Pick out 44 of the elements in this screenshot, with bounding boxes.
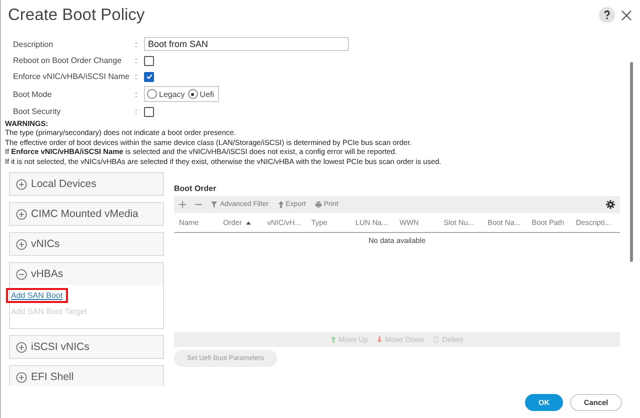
accordion-header[interactable]: CIMC Mounted vMedia — [10, 203, 163, 226]
accordion-header[interactable]: EFI Shell — [10, 366, 163, 386]
filter-icon — [211, 201, 218, 208]
radio-button[interactable] — [188, 89, 198, 99]
checkbox[interactable] — [144, 72, 154, 82]
description-field[interactable]: Boot from SAN — [144, 37, 349, 51]
colon: : — [135, 56, 138, 65]
colon: : — [135, 72, 138, 81]
minus-circle-icon — [16, 268, 27, 280]
close-icon[interactable] — [621, 10, 632, 20]
accordion-header[interactable]: vNICs — [10, 233, 163, 256]
field-label: Enforce vNIC/vHBA/iSCSI Name — [13, 72, 130, 81]
colon: : — [135, 40, 138, 48]
field-label: Boot Mode — [13, 90, 53, 98]
accordion-header[interactable]: vHBAs — [10, 263, 163, 286]
add-link[interactable]: Add SAN Boot — [8, 290, 66, 302]
section-title: Boot Order — [174, 184, 218, 194]
field-label: Description — [13, 40, 54, 48]
checkbox[interactable] — [144, 106, 154, 116]
plus-circle-icon — [16, 178, 27, 190]
checkbox[interactable] — [144, 56, 154, 66]
accordion-header[interactable]: iSCSI vNICs — [10, 336, 163, 358]
scrollbar[interactable] — [630, 62, 633, 262]
trash-icon — [433, 336, 440, 344]
arrow-down-icon — [377, 336, 382, 344]
field-label: Boot Security — [13, 107, 62, 116]
radio-label: Uefi — [200, 90, 214, 98]
colon: : — [135, 107, 138, 116]
accordion-header[interactable]: Local Devices — [10, 173, 163, 196]
settings-icon[interactable] — [606, 200, 615, 210]
plus-circle-icon — [16, 372, 27, 383]
colon: : — [135, 90, 138, 98]
radio-label: Legacy — [159, 90, 185, 98]
printer-icon — [314, 201, 322, 208]
add-icon[interactable] — [179, 201, 186, 208]
plus-circle-icon — [16, 208, 27, 220]
radio-button[interactable] — [147, 89, 157, 99]
plus-circle-icon — [16, 238, 27, 250]
plus-circle-icon — [16, 342, 27, 353]
arrow-up-icon — [330, 336, 336, 344]
field-label: Reboot on Boot Order Change — [13, 56, 123, 65]
arrow-up-icon — [278, 201, 284, 208]
window-title: Create Boot Policy — [8, 6, 146, 24]
sort-ascending-icon — [246, 220, 251, 225]
